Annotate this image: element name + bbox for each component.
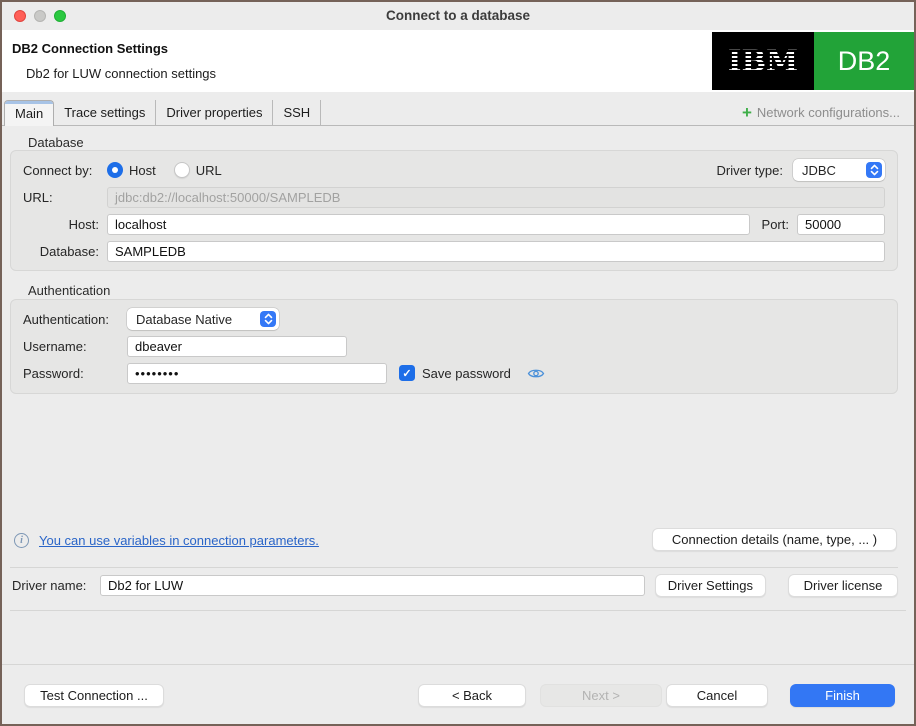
driver-name-label: Driver name: xyxy=(12,578,87,593)
database-label: Database: xyxy=(39,243,99,259)
database-input[interactable]: SAMPLEDB xyxy=(107,240,885,262)
connect-dialog-window: Connect to a database DB2 Connection Set… xyxy=(0,0,916,726)
db2-logo: DB2 xyxy=(814,32,914,90)
ibm-logo: IBM xyxy=(712,32,814,90)
tab-driver-properties-label: Driver properties xyxy=(166,105,263,120)
show-password-eye-icon[interactable] xyxy=(527,367,545,380)
url-input: jdbc:db2://localhost:50000/SAMPLEDB xyxy=(107,186,885,208)
authentication-label: Authentication: xyxy=(23,311,110,327)
driver-type-select[interactable]: JDBC xyxy=(793,159,885,181)
host-row: Host: localhost Port: 50000 xyxy=(23,213,885,235)
authentication-group-label: Authentication xyxy=(28,283,111,298)
port-label: Port: xyxy=(761,216,789,232)
authentication-select[interactable]: Database Native xyxy=(127,308,279,330)
stepper-icon xyxy=(260,311,276,327)
tab-trace-settings-label: Trace settings xyxy=(64,105,146,120)
ibm-logo-text: IBM xyxy=(727,43,799,78)
ibm-db2-logo: IBM DB2 xyxy=(712,32,914,90)
window-title: Connect to a database xyxy=(385,8,531,23)
connect-by-label: Connect by: xyxy=(23,162,93,178)
driver-name-row: Driver name: Db2 for LUW Driver Settings… xyxy=(12,574,898,597)
dialog-header: DB2 Connection Settings Db2 for LUW conn… xyxy=(2,30,914,92)
divider xyxy=(10,610,906,611)
database-group-label: Database xyxy=(28,135,84,150)
url-radio-label: URL xyxy=(195,162,222,178)
save-password-checkbox[interactable]: ✓ xyxy=(399,365,415,381)
cancel-button[interactable]: Cancel xyxy=(666,684,768,707)
driver-license-button[interactable]: Driver license xyxy=(788,574,898,597)
save-password-label: Save password xyxy=(422,365,511,381)
divider xyxy=(2,664,914,665)
plus-icon: + xyxy=(741,103,752,122)
titlebar: Connect to a database xyxy=(2,2,914,30)
network-configurations-label: Network configurations... xyxy=(756,105,900,120)
tab-ssh-label: SSH xyxy=(283,105,311,120)
info-icon: i xyxy=(14,532,29,548)
database-row: Database: SAMPLEDB xyxy=(23,240,885,262)
database-group: Connect by: Host URL Driver type: JDBC U… xyxy=(10,150,898,271)
tab-trace-settings[interactable]: Trace settings xyxy=(54,100,157,125)
connect-by-row: Connect by: Host URL Driver type: JDBC xyxy=(23,159,885,181)
divider xyxy=(10,567,898,568)
authentication-row: Authentication: Database Native xyxy=(23,308,885,330)
finish-button[interactable]: Finish xyxy=(790,684,895,707)
test-connection-button[interactable]: Test Connection ... xyxy=(24,684,164,707)
next-button: Next > xyxy=(540,684,662,707)
username-label: Username: xyxy=(23,338,87,354)
back-button[interactable]: < Back xyxy=(418,684,526,707)
authentication-group: Authentication: Database Native Username… xyxy=(10,299,898,394)
username-row: Username: dbeaver xyxy=(23,335,885,357)
host-radio-label: Host xyxy=(129,162,156,178)
username-input[interactable]: dbeaver xyxy=(127,335,347,357)
password-label: Password: xyxy=(23,365,84,381)
connection-details-button[interactable]: Connection details (name, type, ... ) xyxy=(652,528,897,551)
driver-type-value: JDBC xyxy=(802,162,836,178)
host-radio[interactable] xyxy=(107,162,123,178)
variables-hint-row: i You can use variables in connection pa… xyxy=(14,528,319,552)
password-row: Password: •••••••• ✓ Save password xyxy=(23,362,885,384)
tab-bar: Main Trace settings Driver properties SS… xyxy=(2,100,914,126)
main-panel: Database Connect by: Host URL Driver typ… xyxy=(2,126,914,724)
tab-main[interactable]: Main xyxy=(4,100,55,126)
page-title: DB2 Connection Settings xyxy=(12,41,169,56)
driver-name-input[interactable]: Db2 for LUW xyxy=(100,575,645,596)
url-row: URL: jdbc:db2://localhost:50000/SAMPLEDB xyxy=(23,186,885,208)
port-input[interactable]: 50000 xyxy=(797,213,885,235)
stepper-icon xyxy=(866,162,882,178)
driver-settings-button[interactable]: Driver Settings xyxy=(654,574,766,597)
page-subtitle: Db2 for LUW connection settings xyxy=(26,66,217,81)
tab-ssh[interactable]: SSH xyxy=(273,100,322,125)
password-input[interactable]: •••••••• xyxy=(127,362,387,384)
host-input[interactable]: localhost xyxy=(107,213,750,235)
host-label: Host: xyxy=(68,216,99,232)
tab-main-label: Main xyxy=(15,106,44,121)
url-radio[interactable] xyxy=(173,162,190,178)
tab-driver-properties[interactable]: Driver properties xyxy=(156,100,274,125)
driver-type-label: Driver type: xyxy=(716,162,783,178)
authentication-value: Database Native xyxy=(136,311,233,327)
url-label: URL: xyxy=(23,189,53,205)
variables-link[interactable]: You can use variables in connection para… xyxy=(39,533,319,548)
network-configurations-link[interactable]: + Network configurations... xyxy=(742,104,900,121)
